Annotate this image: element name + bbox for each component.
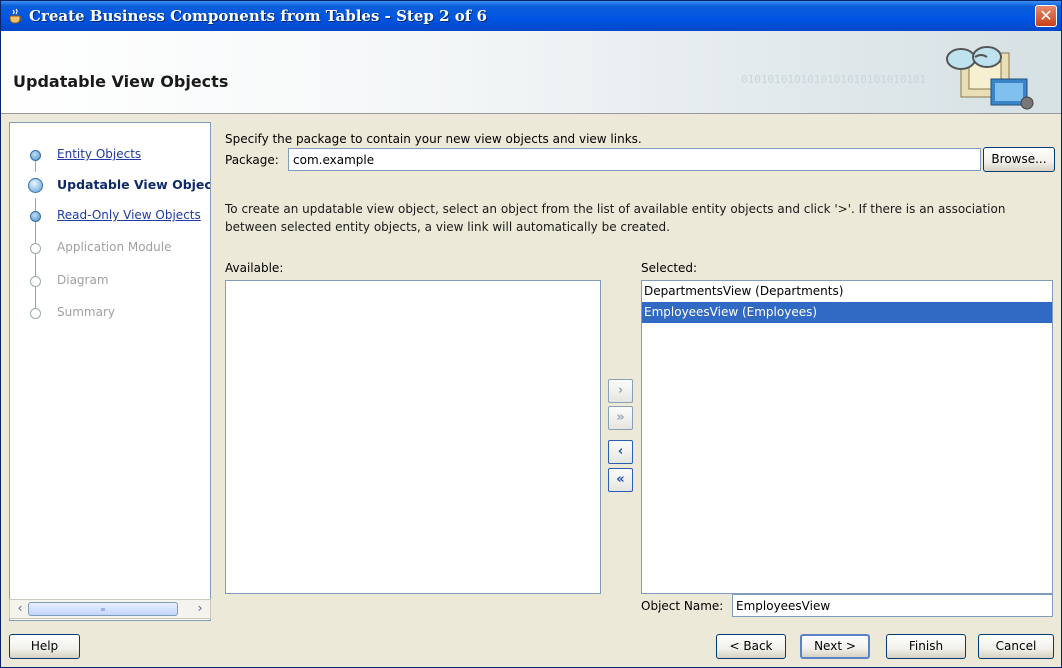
remove-all-button[interactable]: « xyxy=(608,468,633,492)
help-button[interactable]: Help xyxy=(9,634,80,659)
step-content-panel: Specify the package to contain your new … xyxy=(215,122,1061,622)
nav-step-diagram: Diagram xyxy=(10,268,210,294)
title-bar[interactable]: Create Business Components from Tables -… xyxy=(1,1,1061,31)
page-header-banner: Updatable View Objects 01010101010101010… xyxy=(1,31,1061,114)
finish-button[interactable]: Finish xyxy=(886,634,966,659)
available-list[interactable] xyxy=(225,280,601,594)
object-name-input[interactable] xyxy=(732,594,1053,617)
nav-horizontal-scrollbar[interactable]: ‹ › xyxy=(9,599,211,619)
step-pending-icon xyxy=(30,243,41,254)
double-chevron-left-icon: « xyxy=(616,472,625,487)
step-pending-icon xyxy=(30,308,41,319)
wizard-step-navigator: Entity Objects Updatable View Objects Re… xyxy=(9,122,211,621)
nav-step-read-only-view-objects[interactable]: Read-Only View Objects xyxy=(10,203,210,229)
back-button[interactable]: < Back xyxy=(716,634,786,659)
selected-list[interactable]: DepartmentsView (Departments) EmployeesV… xyxy=(641,280,1053,594)
list-item[interactable]: DepartmentsView (Departments) xyxy=(642,281,1052,302)
package-label: Package: xyxy=(225,153,279,167)
shuttle-instructions: To create an updatable view object, sele… xyxy=(225,202,1006,234)
nav-step-label: Diagram xyxy=(57,273,109,287)
scrollbar-thumb[interactable] xyxy=(28,602,178,616)
wizard-window: Create Business Components from Tables -… xyxy=(0,0,1062,668)
package-instructions: Specify the package to contain your new … xyxy=(225,132,642,146)
object-name-label: Object Name: xyxy=(641,599,724,613)
nav-step-entity-objects[interactable]: Entity Objects xyxy=(10,142,210,168)
nav-step-label: Read-Only View Objects xyxy=(57,208,201,222)
step-available-icon xyxy=(30,211,41,222)
available-label: Available: xyxy=(225,261,284,275)
decorative-binary-text: 0101010101010101010101010101 xyxy=(741,73,927,86)
close-icon: ✕ xyxy=(1039,6,1053,25)
scroll-right-icon[interactable]: › xyxy=(192,601,208,617)
nav-step-label: Summary xyxy=(57,305,115,319)
chevron-right-icon: › xyxy=(617,383,624,398)
coffee-cup-icon xyxy=(9,8,23,24)
browse-button[interactable]: Browse... xyxy=(983,147,1055,172)
step-current-icon xyxy=(28,178,43,193)
window-title: Create Business Components from Tables -… xyxy=(29,7,487,25)
cancel-button[interactable]: Cancel xyxy=(978,634,1054,659)
nav-step-label: Application Module xyxy=(57,240,172,254)
page-title: Updatable View Objects xyxy=(13,72,229,91)
wizard-graphic-icon xyxy=(946,46,1034,110)
selected-label: Selected: xyxy=(641,261,698,275)
step-pending-icon xyxy=(30,276,41,287)
package-input[interactable] xyxy=(288,148,981,171)
close-button[interactable]: ✕ xyxy=(1035,5,1057,27)
nav-step-updatable-view-objects[interactable]: Updatable View Objects xyxy=(10,172,210,198)
nav-step-application-module: Application Module xyxy=(10,235,210,261)
chevron-left-icon: ‹ xyxy=(617,444,624,459)
add-button[interactable]: › xyxy=(608,379,633,403)
scroll-left-icon[interactable]: ‹ xyxy=(12,601,28,617)
double-chevron-right-icon: » xyxy=(616,410,625,425)
list-item[interactable]: EmployeesView (Employees) xyxy=(642,302,1052,323)
nav-step-label: Updatable View Objects xyxy=(57,177,211,192)
remove-button[interactable]: ‹ xyxy=(608,440,633,464)
step-complete-icon xyxy=(30,150,41,161)
next-button[interactable]: Next > xyxy=(800,634,870,659)
add-all-button[interactable]: » xyxy=(608,406,633,430)
nav-step-summary: Summary xyxy=(10,300,210,326)
nav-step-label: Entity Objects xyxy=(57,147,142,161)
dialog-footer: Help < Back Next > Finish Cancel xyxy=(1,627,1061,667)
